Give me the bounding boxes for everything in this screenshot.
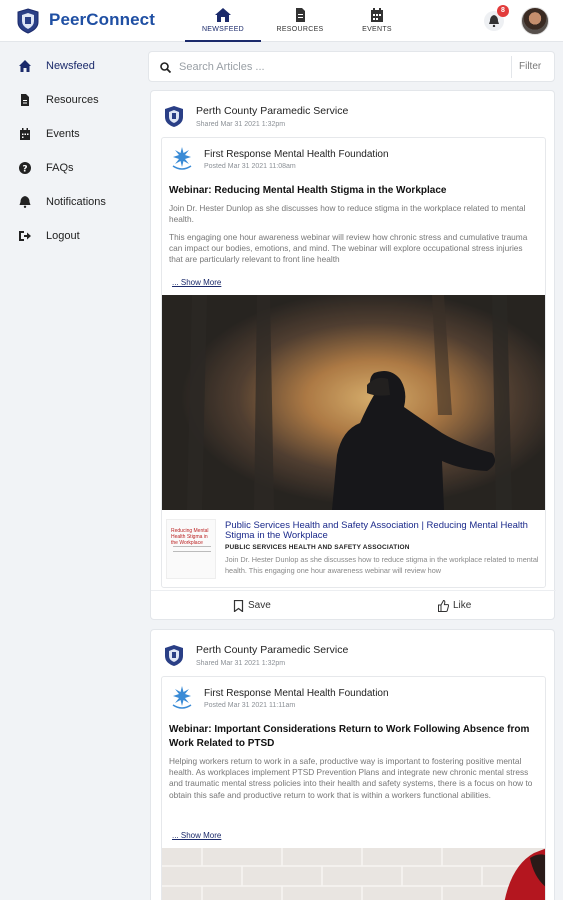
tab-newsfeed[interactable]: NEWSFEED <box>185 0 261 42</box>
show-more-link[interactable]: ... Show More <box>172 831 221 840</box>
bell-icon <box>489 15 499 27</box>
link-source: PUBLIC SERVICES HEALTH AND SAFETY ASSOCI… <box>225 544 410 551</box>
svg-text:?: ? <box>22 164 27 174</box>
sidebar-item-events[interactable]: Events <box>0 124 140 146</box>
calendar-icon <box>20 128 30 140</box>
show-more-link[interactable]: ... Show More <box>172 278 221 287</box>
article-organization[interactable]: First Response Mental Health Foundation <box>204 688 389 699</box>
sidebar-item-notifications[interactable]: Notifications <box>0 192 140 214</box>
sidebar-item-label: Newsfeed <box>46 60 95 72</box>
tab-events[interactable]: EVENTS <box>339 0 415 42</box>
sidebar: Newsfeed Resources Events ? FAQs Notific… <box>0 43 140 900</box>
search-bar: Filter <box>148 51 555 82</box>
post-organization[interactable]: Perth County Paramedic Service <box>196 105 348 117</box>
sidebar-item-newsfeed[interactable]: Newsfeed <box>0 56 140 78</box>
article-photo-image <box>162 295 545 510</box>
tab-label: NEWSFEED <box>201 26 245 33</box>
divider <box>511 56 512 78</box>
sidebar-item-faqs[interactable]: ? FAQs <box>0 158 140 180</box>
notification-count-badge: 8 <box>497 5 509 17</box>
document-icon <box>21 94 29 106</box>
thumbs-up-icon <box>438 600 449 612</box>
link-preview[interactable]: Reducing Mental Health Stigma in the Wor… <box>162 513 545 583</box>
post-shared-date: Shared Mar 31 2021 1:32pm <box>196 660 286 667</box>
foundation-logo-icon <box>172 147 192 170</box>
divider <box>173 551 211 552</box>
sidebar-item-label: Resources <box>46 94 99 106</box>
paramedic-service-logo-icon[interactable] <box>164 644 184 667</box>
post-shared-date: Shared Mar 31 2021 1:32pm <box>196 121 286 128</box>
save-button[interactable]: Save <box>233 600 271 612</box>
link-title[interactable]: Public Services Health and Safety Associ… <box>225 521 543 541</box>
tab-label: EVENTS <box>362 26 392 33</box>
like-label: Like <box>453 600 472 611</box>
article-body: Helping workers return to work in a safe… <box>169 756 533 800</box>
top-bar: PeerConnect NEWSFEED RESOURCES EVENTS 8 <box>0 0 563 42</box>
tab-label: RESOURCES <box>276 26 324 33</box>
calendar-icon <box>371 8 383 22</box>
article-organization[interactable]: First Response Mental Health Foundation <box>204 149 389 160</box>
article-title[interactable]: Webinar: Reducing Mental Health Stigma i… <box>169 184 534 198</box>
shared-article: First Response Mental Health Foundation … <box>161 137 546 588</box>
question-icon: ? <box>19 162 31 174</box>
save-label: Save <box>248 600 271 611</box>
bookmark-icon <box>233 600 244 612</box>
tab-resources[interactable]: RESOURCES <box>262 0 338 42</box>
article-body: Join Dr. Hester Dunlop as she discusses … <box>169 203 526 225</box>
search-input[interactable] <box>179 58 509 76</box>
post-card: Perth County Paramedic Service Shared Ma… <box>150 90 556 622</box>
article-photo-image <box>162 848 545 900</box>
sidebar-item-resources[interactable]: Resources <box>0 90 140 112</box>
brand-name[interactable]: PeerConnect <box>49 10 155 30</box>
link-description: Join Dr. Hester Dunlop as she discusses … <box>225 555 539 575</box>
sidebar-item-label: Events <box>46 128 80 140</box>
sidebar-item-label: FAQs <box>46 162 74 174</box>
sidebar-item-label: Notifications <box>46 196 106 208</box>
sidebar-item-logout[interactable]: Logout <box>0 226 140 248</box>
article-photo[interactable] <box>162 848 545 900</box>
link-thumbnail: Reducing Mental Health Stigma in the Wor… <box>166 519 216 579</box>
peerconnect-logo-icon[interactable] <box>17 8 39 34</box>
post-card: Perth County Paramedic Service Shared Ma… <box>150 629 555 900</box>
document-icon <box>296 8 305 22</box>
article-posted-date: Posted Mar 31 2021 11:08am <box>204 163 296 170</box>
article-body: This engaging one hour awareness webinar… <box>169 232 528 265</box>
search-icon <box>160 62 171 73</box>
bell-icon <box>19 196 31 208</box>
divider <box>173 546 211 547</box>
thumbnail-text: Reducing Mental Health Stigma in the Wor… <box>171 528 209 546</box>
article-title[interactable]: Webinar: Important Considerations Return… <box>169 723 534 751</box>
sidebar-item-label: Logout <box>46 230 80 242</box>
article-posted-date: Posted Mar 31 2021 11:11am <box>204 702 296 709</box>
like-button[interactable]: Like <box>438 600 472 612</box>
post-organization[interactable]: Perth County Paramedic Service <box>196 644 348 656</box>
paramedic-service-logo-icon[interactable] <box>164 105 184 128</box>
home-icon <box>215 8 231 22</box>
user-avatar[interactable] <box>521 7 549 35</box>
home-icon <box>19 60 31 72</box>
article-photo[interactable] <box>162 295 545 510</box>
shared-article: First Response Mental Health Foundation … <box>161 676 546 900</box>
logout-icon <box>19 231 31 241</box>
foundation-logo-icon <box>172 686 192 709</box>
filter-button[interactable]: Filter <box>519 61 541 72</box>
post-actions: Save Like <box>151 590 556 622</box>
